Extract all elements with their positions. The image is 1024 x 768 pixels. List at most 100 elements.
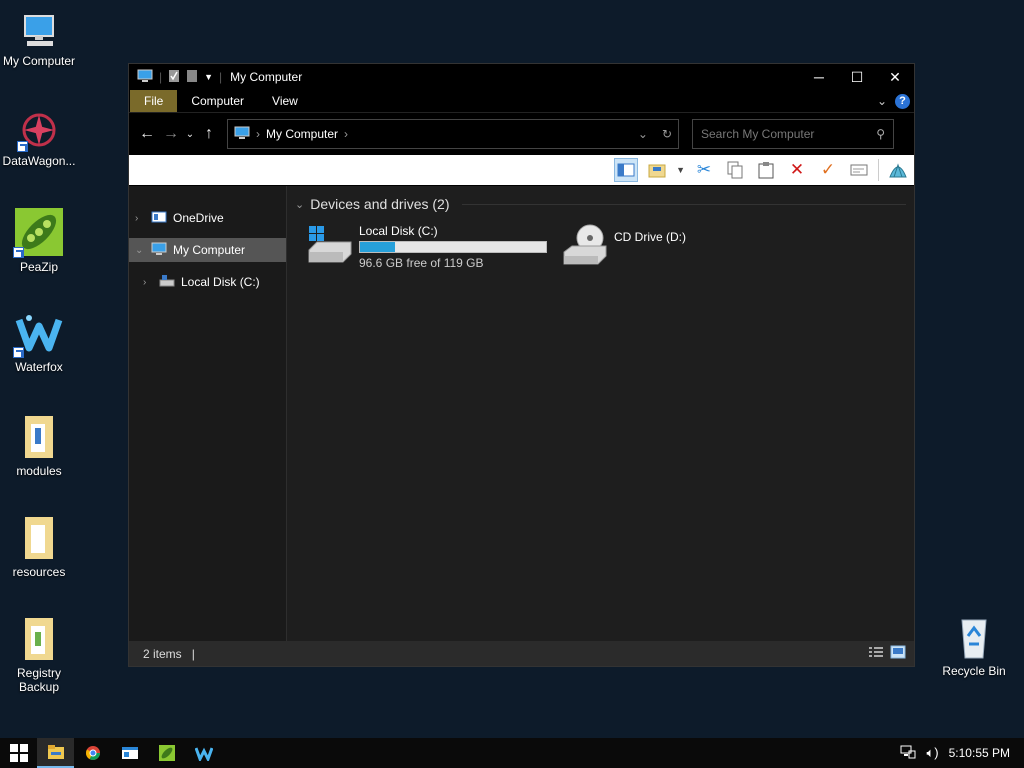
- content-area: › OneDrive ⌄ My Computer › Local Disk (C…: [129, 186, 914, 641]
- datawagon-icon: [17, 110, 59, 152]
- peazip-icon: [13, 208, 63, 258]
- shortcut-arrow-icon: [13, 247, 24, 258]
- taskbar-file-explorer[interactable]: [37, 738, 74, 768]
- details-view-icon[interactable]: [868, 645, 884, 662]
- new-folder-icon[interactable]: [186, 69, 198, 86]
- hard-drive-icon: [307, 222, 353, 268]
- search-placeholder: Search My Computer: [701, 127, 815, 141]
- breadcrumb-separator-icon[interactable]: ›: [344, 127, 348, 141]
- address-bar-row: ← → ⌄ ↑ › My Computer › ⌄ ↻ Search My Co…: [129, 112, 914, 155]
- window-app-icon: [121, 747, 138, 759]
- chevron-down-icon[interactable]: ▼: [204, 72, 213, 82]
- drive-name: Local Disk (C:): [359, 224, 438, 238]
- file-explorer-icon: [47, 745, 64, 759]
- taskbar-peazip[interactable]: [148, 738, 185, 768]
- taskbar-window-app[interactable]: [111, 738, 148, 768]
- file-view: ⌄ Devices and drives (2) Local Disk (C:)…: [287, 186, 914, 641]
- delete-button[interactable]: ✕: [785, 158, 809, 182]
- paste-button[interactable]: [754, 158, 778, 182]
- desktop-icon-label: Registry Backup: [16, 666, 61, 694]
- expand-arrow-icon[interactable]: ›: [143, 277, 153, 288]
- desktop-icon-resources[interactable]: resources: [0, 515, 78, 579]
- refresh-icon[interactable]: ↻: [662, 127, 672, 141]
- ribbon-tabs: File Computer View ⌄ ?: [129, 90, 914, 112]
- network-icon[interactable]: [900, 745, 916, 762]
- chevron-down-icon[interactable]: ▼: [676, 165, 685, 175]
- new-folder-button[interactable]: [645, 158, 669, 182]
- taskbar-chrome[interactable]: [74, 738, 111, 768]
- drive-free-space: 96.6 GB free of 119 GB: [359, 256, 484, 270]
- breadcrumb[interactable]: My Computer: [266, 127, 338, 141]
- recent-locations-icon[interactable]: ⌄: [183, 129, 197, 140]
- large-icons-view-icon[interactable]: [890, 645, 906, 662]
- desktop-icon-my-computer[interactable]: My Computer: [0, 10, 78, 68]
- taskbar: 🔈︎) 5:10:55 PM: [0, 738, 1024, 768]
- folder-icon: [19, 414, 59, 460]
- copy-button[interactable]: [723, 158, 747, 182]
- computer-icon: [19, 10, 59, 50]
- navigation-pane-button[interactable]: [614, 158, 639, 182]
- expand-arrow-icon[interactable]: ›: [135, 213, 145, 224]
- drives-list: Local Disk (C:) 96.6 GB free of 119 GB C…: [295, 222, 906, 270]
- collapse-arrow-icon[interactable]: ⌄: [135, 245, 145, 256]
- volume-icon[interactable]: 🔈︎): [926, 745, 938, 761]
- forward-button[interactable]: →: [159, 125, 183, 143]
- tab-view[interactable]: View: [258, 90, 312, 112]
- drive-local-disk-c[interactable]: Local Disk (C:) 96.6 GB free of 119 GB: [307, 222, 562, 270]
- waterfox-icon: [13, 312, 63, 358]
- desktop-icon-registry-backup[interactable]: Registry Backup: [0, 616, 78, 694]
- clock[interactable]: 5:10:55 PM: [949, 746, 1010, 760]
- maximize-button[interactable]: ☐: [838, 64, 876, 90]
- desktop-icon-label: DataWagon...: [2, 154, 76, 168]
- tab-computer[interactable]: Computer: [177, 90, 258, 112]
- drive-cd-d[interactable]: CD Drive (D:): [562, 222, 817, 270]
- chevron-down-icon[interactable]: ⌄: [295, 198, 304, 211]
- properties-icon[interactable]: [168, 69, 180, 86]
- back-button[interactable]: ←: [135, 125, 159, 143]
- desktop-icon-waterfox[interactable]: Waterfox: [0, 312, 78, 374]
- address-bar[interactable]: › My Computer › ⌄ ↻: [227, 119, 679, 149]
- up-button[interactable]: ↑: [197, 125, 221, 143]
- desktop-icon-modules[interactable]: modules: [0, 414, 78, 478]
- nav-item-label: My Computer: [173, 243, 246, 257]
- nav-item-local-disk[interactable]: › Local Disk (C:): [129, 270, 286, 294]
- minimize-button[interactable]: ─: [800, 64, 838, 90]
- start-button[interactable]: [0, 738, 37, 768]
- divider: [461, 203, 906, 205]
- drive-usage-bar: [359, 241, 547, 253]
- navigation-pane: › OneDrive ⌄ My Computer › Local Disk (C…: [129, 186, 287, 641]
- desktop-icon-label: Recycle Bin: [942, 664, 1006, 678]
- shell-icon[interactable]: [886, 158, 910, 182]
- waterfox-icon: [194, 747, 213, 761]
- folder-icon: [19, 515, 59, 561]
- cd-drive-icon: [562, 222, 608, 268]
- windows-logo-icon: [9, 744, 28, 762]
- nav-item-onedrive[interactable]: › OneDrive: [129, 206, 286, 230]
- properties-button[interactable]: [847, 158, 871, 182]
- tab-file[interactable]: File: [130, 90, 178, 112]
- peazip-icon: [158, 745, 175, 761]
- group-header[interactable]: ⌄ Devices and drives (2): [295, 196, 906, 212]
- window-title: My Computer: [230, 70, 303, 84]
- folder-icon: [19, 616, 59, 662]
- status-bar: 2 items |: [129, 641, 914, 666]
- nav-item-my-computer[interactable]: ⌄ My Computer: [129, 238, 286, 262]
- status-divider: |: [191, 646, 195, 661]
- taskbar-waterfox[interactable]: [185, 738, 222, 768]
- desktop-icon-datawagon[interactable]: DataWagon...: [0, 110, 78, 168]
- search-input[interactable]: Search My Computer ⚲: [692, 119, 894, 149]
- recycle-bin-icon: [954, 614, 994, 660]
- help-icon[interactable]: ?: [895, 93, 910, 109]
- close-button[interactable]: ✕: [876, 64, 914, 90]
- cut-button[interactable]: ✂: [692, 158, 716, 182]
- nav-item-label: Local Disk (C:): [181, 275, 260, 289]
- title-bar[interactable]: | ▼ | My Computer ─ ☐ ✕: [129, 64, 914, 90]
- desktop-icon-label: My Computer: [2, 54, 76, 68]
- desktop-icon-peazip[interactable]: PeaZip: [0, 208, 78, 274]
- desktop-icon-label: modules: [16, 464, 62, 478]
- address-dropdown-icon[interactable]: ⌄: [638, 127, 648, 141]
- rename-button[interactable]: ✓: [816, 158, 840, 182]
- desktop-icon-recycle-bin[interactable]: Recycle Bin: [935, 614, 1013, 678]
- expand-ribbon-icon[interactable]: ⌄: [877, 94, 887, 108]
- onedrive-icon: [151, 210, 167, 227]
